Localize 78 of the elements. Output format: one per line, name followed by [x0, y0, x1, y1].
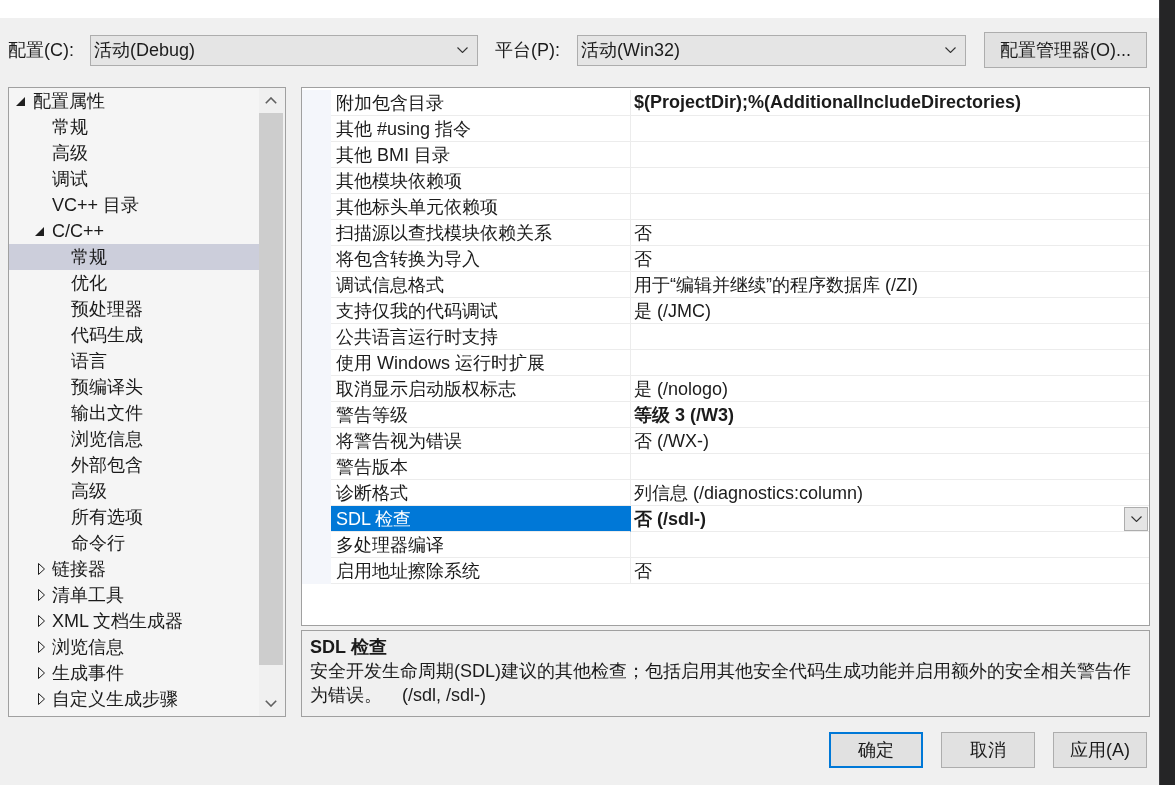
- triangle-icon[interactable]: [38, 589, 45, 601]
- tree-item[interactable]: 浏览信息: [9, 634, 259, 660]
- tree-item[interactable]: C/C++: [9, 218, 259, 244]
- tree-item[interactable]: 优化: [9, 270, 259, 296]
- property-name-cell[interactable]: 其他标头单元依赖项: [331, 194, 631, 220]
- property-name-cell[interactable]: 启用地址擦除系统: [331, 558, 631, 584]
- chevron-down-icon: [457, 47, 468, 53]
- property-value-cell[interactable]: 否 (/sdl-): [631, 506, 1124, 532]
- property-name-cell[interactable]: 公共语言运行时支持: [331, 324, 631, 350]
- property-value-cell[interactable]: $(ProjectDir);%(AdditionalIncludeDirectories): [631, 90, 1149, 116]
- tree-item[interactable]: 命令行: [9, 530, 259, 556]
- triangle-icon[interactable]: [38, 693, 45, 705]
- property-name-cell[interactable]: 支持仅我的代码调试: [331, 298, 631, 324]
- tree-item[interactable]: 生成事件: [9, 660, 259, 686]
- configuration-manager-button[interactable]: 配置管理器(O)...: [984, 32, 1147, 68]
- tree-item[interactable]: XML 文档生成器: [9, 608, 259, 634]
- tree-item[interactable]: 调试: [9, 166, 259, 192]
- property-value-cell[interactable]: 是 (/nologo): [631, 376, 1149, 402]
- tree-item[interactable]: 浏览信息: [9, 426, 259, 452]
- dialog-button[interactable]: 应用(A): [1053, 732, 1147, 768]
- tree-item[interactable]: 所有选项: [9, 504, 259, 530]
- tree-item[interactable]: 输出文件: [9, 400, 259, 426]
- property-value-cell[interactable]: 列信息 (/diagnostics:column): [631, 480, 1149, 506]
- description-title: SDL 检查: [310, 636, 387, 659]
- dialog-button[interactable]: 取消: [941, 732, 1035, 768]
- property-name-cell[interactable]: 调试信息格式: [331, 272, 631, 298]
- chevron-up-icon: [265, 97, 277, 104]
- tree-item[interactable]: 语言: [9, 348, 259, 374]
- property-name-cell[interactable]: 警告版本: [331, 454, 631, 480]
- property-value-cell[interactable]: 否: [631, 220, 1149, 246]
- property-name-cell[interactable]: 警告等级: [331, 402, 631, 428]
- chevron-down-icon: [1130, 515, 1142, 522]
- property-value-cell[interactable]: 否 (/WX-): [631, 428, 1149, 454]
- property-name-cell[interactable]: 其他模块依赖项: [331, 168, 631, 194]
- triangle-icon[interactable]: [35, 226, 44, 236]
- tree-item[interactable]: 外部包含: [9, 452, 259, 478]
- scrollbar-thumb[interactable]: [259, 113, 283, 665]
- property-value-cell[interactable]: 等级 3 (/W3): [631, 402, 1149, 428]
- tree-item[interactable]: VC++ 目录: [9, 192, 259, 218]
- tree-item[interactable]: 链接器: [9, 556, 259, 582]
- chevron-down-icon: [945, 47, 956, 53]
- property-value-cell[interactable]: 用于“编辑并继续”的程序数据库 (/ZI): [631, 272, 1149, 298]
- value-dropdown-button[interactable]: [1124, 506, 1148, 531]
- triangle-icon[interactable]: [38, 615, 45, 627]
- field-label: 平台(P):: [495, 39, 560, 62]
- property-name-cell[interactable]: 附加包含目录: [331, 90, 631, 116]
- tree-item[interactable]: 自定义生成步骤: [9, 686, 259, 712]
- tree-item[interactable]: 高级: [9, 478, 259, 504]
- triangle-icon[interactable]: [38, 667, 45, 679]
- triangle-icon[interactable]: [16, 96, 25, 106]
- configuration-dropdown[interactable]: 活动(Debug): [90, 34, 478, 66]
- platform-dropdown[interactable]: 活动(Win32): [577, 34, 966, 66]
- field-label: 配置(C):: [8, 39, 74, 62]
- property-name-cell[interactable]: 使用 Windows 运行时扩展: [331, 350, 631, 376]
- property-name-cell[interactable]: 多处理器编译: [331, 532, 631, 558]
- tree-item[interactable]: 预编译头: [9, 374, 259, 400]
- property-name-cell[interactable]: SDL 检查: [331, 506, 631, 532]
- description-text: 安全开发生命周期(SDL)建议的其他检查；包括启用其他安全代码生成功能并启用额外的安全相关警告作为错误。 (/sdl, /sdl-): [310, 660, 1132, 707]
- dialog-button[interactable]: 确定: [829, 732, 923, 768]
- tree-item[interactable]: 清单工具: [9, 582, 259, 608]
- property-name-cell[interactable]: 将警告视为错误: [331, 428, 631, 454]
- tree-item[interactable]: 高级: [9, 140, 259, 166]
- tree-item[interactable]: 常规: [9, 114, 259, 140]
- property-value-cell[interactable]: 否: [631, 246, 1149, 272]
- property-name-cell[interactable]: 取消显示启动版权标志: [331, 376, 631, 402]
- tree-item[interactable]: 配置属性: [9, 88, 259, 114]
- tree-item[interactable]: 预处理器: [9, 296, 259, 322]
- property-name-cell[interactable]: 其他 BMI 目录: [331, 142, 631, 168]
- chevron-down-icon: [265, 700, 277, 707]
- property-name-cell[interactable]: 将包含转换为导入: [331, 246, 631, 272]
- property-value-cell[interactable]: 否: [631, 558, 1149, 584]
- tree-item[interactable]: 代码生成: [9, 322, 259, 348]
- property-value-cell[interactable]: 是 (/JMC): [631, 298, 1149, 324]
- property-name-cell[interactable]: 其他 #using 指令: [331, 116, 631, 142]
- triangle-icon[interactable]: [38, 563, 45, 575]
- tree-item[interactable]: 常规: [9, 244, 259, 270]
- triangle-icon[interactable]: [38, 641, 45, 653]
- property-name-cell[interactable]: 扫描源以查找模块依赖关系: [331, 220, 631, 246]
